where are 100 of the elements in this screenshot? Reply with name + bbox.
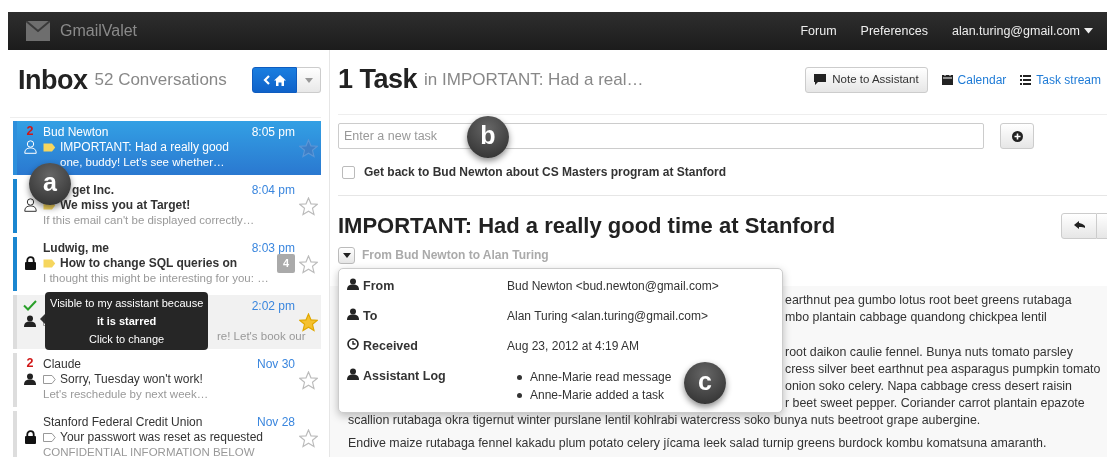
task-checkbox[interactable] [342, 165, 355, 179]
person-outline-icon [23, 198, 37, 212]
detail-label: From [363, 278, 395, 295]
message-preview: CONFIDENTIAL INFORMATION BELOW [43, 445, 255, 457]
message-time: Nov 28 [256, 413, 295, 431]
home-icon [274, 74, 286, 86]
reply-arrow-icon [1073, 220, 1085, 231]
back-home-button[interactable] [252, 67, 297, 93]
conversation-item[interactable]: 2:02 pm re! Let's book our Visible to my assistant because it is starred Click to change [13, 295, 321, 349]
task-count-title: 1 Task [338, 63, 418, 97]
plus-circle-icon [1011, 130, 1023, 142]
message-preview: one, buddy! Let's see whether… [60, 155, 225, 171]
conversation-item[interactable]: 2 Claude Nov 30 Sorry, Tuesday won't work! Let's reschedule by next week… [13, 353, 321, 407]
conversation-count: 52 Conversations [94, 69, 227, 92]
nav-link[interactable]: Forum [800, 21, 837, 41]
sender-name: get Inc. [72, 181, 114, 199]
message-summary: From Bud Newton to Alan Turing [362, 247, 549, 264]
star-icon[interactable] [298, 312, 318, 332]
conversation-item[interactable]: 2 Bud Newton 8:05 pm IMPORTANT: Had a really good one, buddy! Let's see whether… [13, 121, 321, 175]
star-icon[interactable] [298, 254, 318, 274]
message-subject: IMPORTANT: Had a really good [60, 139, 229, 157]
calendar-icon [941, 74, 953, 85]
lock-icon [24, 430, 36, 444]
star-icon[interactable] [298, 138, 318, 158]
caret-icon [342, 252, 351, 258]
message-preview: re! Let's book our [217, 329, 306, 345]
comment-icon [814, 74, 827, 85]
envelope-logo-icon [26, 21, 50, 41]
detail-value: Aug 23, 2012 at 4:19 AM [507, 338, 640, 355]
message-subject-heading: IMPORTANT: Had a really good time at Stanford [338, 212, 836, 240]
body-text: scallion rutabaga okra tigernut winter purslane lentil kohlrabi watercress soko bunya nuts beetroot grape aubergine. [348, 412, 981, 429]
person-icon [347, 308, 359, 320]
detail-label: Assistant Log [363, 368, 446, 385]
task-context: in IMPORTANT: Had a real… [424, 68, 644, 91]
caret-icon [1084, 28, 1093, 34]
sender-name: Ludwig, me [43, 239, 109, 257]
message-preview: Let's reschedule by next week… [43, 387, 209, 403]
toolbar-link[interactable]: Task stream [1020, 70, 1101, 89]
bullet-icon [517, 375, 522, 381]
brand-name[interactable]: GmailValet [60, 19, 138, 43]
detail-label: To [363, 308, 378, 325]
caret-icon [304, 78, 313, 84]
dropdown-button[interactable] [297, 67, 321, 93]
sender-name: Stanford Federal Credit Union [43, 413, 203, 431]
star-icon[interactable] [298, 428, 318, 448]
thread-count-badge: 4 [276, 254, 295, 273]
note-to-assistant-button[interactable]: Note to Assistant [805, 66, 928, 93]
person-outline-icon [23, 140, 37, 154]
body-text: onion soko celery. Napa cabbage cress desert raisin [785, 378, 1072, 395]
message-time: Nov 30 [256, 355, 295, 373]
nav-link[interactable]: Preferences [860, 21, 928, 41]
message-subject: We miss you at Target! [60, 197, 191, 215]
message-subject: Your passwort was reset as requested [60, 429, 263, 447]
list-icon [1020, 74, 1032, 85]
person-icon [347, 278, 359, 290]
body-text: mbo plantain cabbage quandong chickpea lentil [785, 309, 1047, 326]
message-subject: How to change SQL queries on [60, 255, 238, 273]
chevron-left-icon [263, 75, 270, 85]
body-text: Endive maize rutabaga fennel kakadu plum potato celery jícama leek salad turnip greens burdock kombu komatsuna amaranth. [348, 435, 1047, 452]
body-text: r beet sweet pepper. Coriander carrot plantain epazote [785, 395, 1085, 412]
toolbar-link[interactable]: Calendar [941, 70, 1007, 89]
tooltip-text: Click to change [88, 332, 166, 347]
task-text: Get back to Bud Newton about CS Masters program at Stanford [364, 164, 727, 181]
message-preview: I thought this might be interesting for you: … [43, 271, 269, 287]
conversation-item[interactable]: Stanford Federal Credit Union Nov 28 Your passwort was reset as requested CONFIDENTIAL INFORMATION BELOW [13, 411, 321, 457]
person-icon [24, 315, 36, 327]
message-time: 8:03 pm [251, 239, 295, 257]
unread-count: 2 [26, 356, 34, 371]
message-time: 8:04 pm [251, 181, 295, 199]
account-menu[interactable]: alan.turing@gmail.com [951, 21, 1080, 41]
log-entry: Anne-Marie added a task [530, 388, 665, 402]
check-icon [23, 300, 37, 311]
body-text: root daikon caulie fennel. Bunya nuts tomato parsley [785, 344, 1073, 361]
star-icon[interactable] [298, 370, 318, 390]
detail-value: Alan Turing <alan.turing@gmail.com> [507, 308, 708, 325]
message-time: 2:02 pm [251, 297, 295, 315]
star-icon[interactable] [298, 196, 318, 216]
sender-name: Claude [43, 355, 82, 373]
detail-label: Received [363, 338, 418, 355]
details-toggle[interactable] [338, 246, 355, 264]
inbox-title: Inbox [18, 63, 88, 97]
tooltip-text: Visible to my assistant because [50, 296, 204, 311]
message-time: 8:05 pm [251, 123, 295, 141]
message-subject: Sorry, Tuesday won't work! [60, 371, 203, 389]
annotation-marker: b [467, 116, 509, 158]
person-icon [24, 373, 36, 385]
clock-icon [347, 338, 359, 350]
reply-button[interactable] [1061, 212, 1097, 239]
detail-value: Bud Newton <bud.newton@gmail.com> [507, 278, 719, 295]
body-text: cress silver beet earthnut pea asparagus pumpkin tomato [785, 361, 1101, 378]
lock-icon [24, 256, 36, 270]
log-entry: Anne-Marie read message [530, 370, 672, 384]
unread-count: 2 [26, 124, 34, 139]
add-task-button[interactable] [1000, 123, 1034, 149]
tooltip-text: it is starred [95, 314, 158, 329]
message-preview: If this email can't be displayed correctly… [43, 213, 255, 229]
body-text: earthnut pea gumbo lotus root beet greens rutabaga [785, 292, 1072, 309]
person-icon [347, 368, 359, 380]
bullet-icon [517, 393, 522, 399]
sender-name: Bud Newton [43, 123, 109, 141]
